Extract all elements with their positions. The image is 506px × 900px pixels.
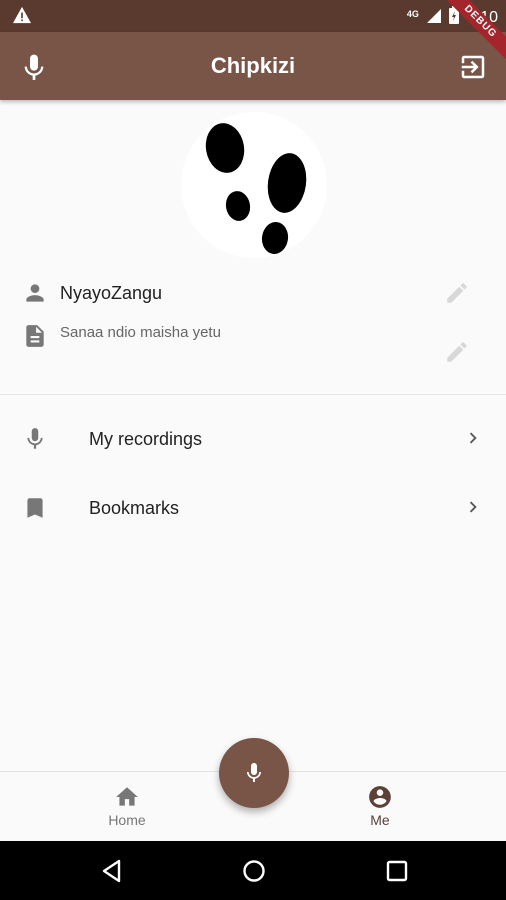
app-bar: Chipkizi [0, 32, 506, 100]
divider [0, 394, 506, 395]
signal-icon [426, 7, 441, 28]
edit-username-icon[interactable] [444, 280, 470, 306]
back-icon[interactable] [99, 858, 125, 884]
menu-item-my-recordings[interactable]: My recordings [0, 405, 506, 473]
username-row: NyayoZangu [0, 280, 506, 310]
mic-icon [27, 428, 43, 449]
home-circle-icon[interactable] [241, 858, 267, 884]
app-title: Chipkizi [210, 53, 296, 78]
home-icon [116, 787, 138, 806]
recents-icon[interactable] [384, 858, 410, 884]
menu-item-label: Bookmarks [89, 498, 180, 518]
tab-label: Me [370, 812, 390, 828]
tab-me[interactable]: Me [320, 772, 440, 842]
status-bar: 4G 7:10 [0, 0, 506, 32]
tab-label: Home [108, 812, 146, 828]
logout-button[interactable] [458, 52, 490, 84]
bio-row: Sanaa ndio maisha yetu [0, 322, 506, 378]
person-icon [26, 284, 44, 302]
avatar[interactable] [181, 112, 327, 258]
username: NyayoZangu [60, 283, 163, 303]
warning-icon [12, 6, 32, 29]
bookmark-icon [27, 498, 43, 518]
description-icon [26, 325, 44, 347]
record-fab[interactable] [219, 738, 289, 808]
chevron-right-icon [469, 432, 477, 444]
menu-item-bookmarks[interactable]: Bookmarks [0, 474, 506, 542]
network-label: 4G [406, 8, 419, 19]
account-circle-icon [369, 786, 391, 808]
mic-icon [247, 763, 261, 782]
tab-home[interactable]: Home [67, 772, 187, 842]
menu-item-label: My recordings [89, 429, 203, 449]
edit-bio-icon[interactable] [444, 339, 470, 365]
bio: Sanaa ndio maisha yetu [60, 324, 221, 341]
logout-icon [461, 55, 485, 79]
system-nav-bar [0, 841, 506, 900]
footprints-icon [205, 123, 307, 254]
chevron-right-icon [469, 501, 477, 513]
